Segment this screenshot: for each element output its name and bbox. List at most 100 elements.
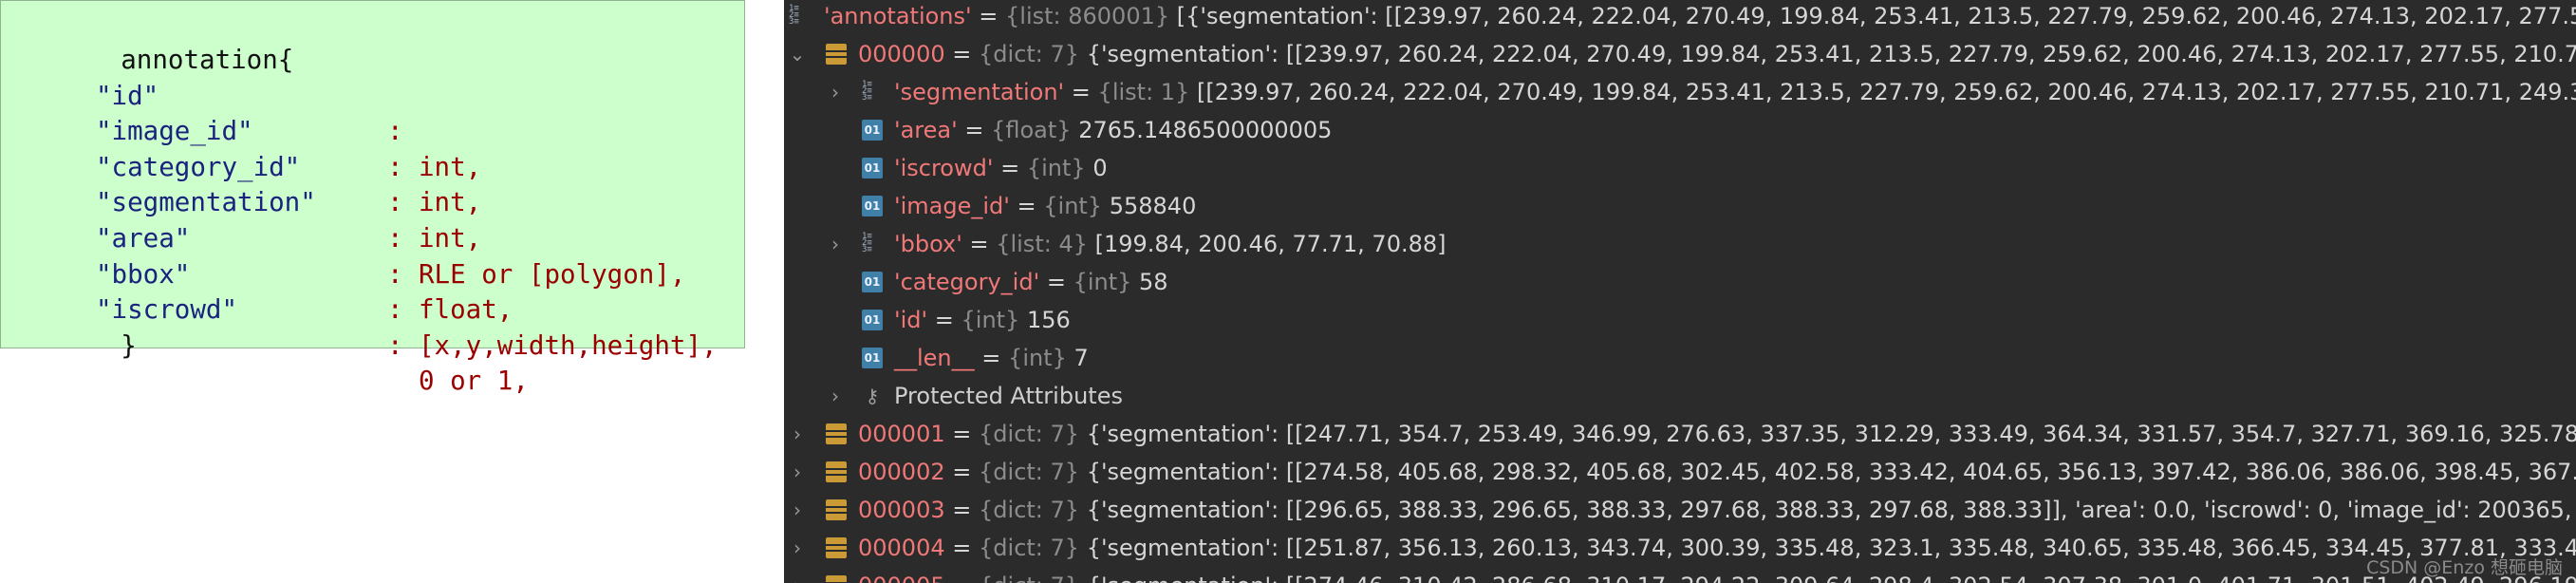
chevron-right-icon[interactable]: › [788,529,807,567]
dict-icon [826,537,847,558]
variable-row-len[interactable]: 01 __len__ = {int} 7 [784,339,2576,377]
variable-name: 000005 [858,573,945,583]
list-icon: 1≡ 2≡ 3≡ [789,4,799,27]
code-closing: } [121,329,137,361]
variable-value: 156 [1026,307,1071,333]
variable-row-item[interactable]: › 000003 = {dict: 7} {'segmentation': [[… [784,491,2576,529]
variable-value: {'segmentation': [[247.71, 354.7, 253.49… [1086,421,2576,447]
code-field-type: float, [419,294,513,326]
variable-row-id[interactable]: 01 'id' = {int} 156 [784,301,2576,339]
variable-name: 000003 [858,497,945,523]
variable-row-segmentation[interactable]: › 1≡ 2≡ 3≡ 'segmentation' = {list: 1} [[23… [784,73,2576,111]
variable-type: {dict: 7} [979,535,1080,561]
code-field-line: "category_id" : int, [1,114,746,254]
dict-icon [826,461,847,482]
code-closing-line: } [58,292,137,361]
chevron-right-icon[interactable]: › [788,567,807,583]
equals-sign: = [981,345,1001,371]
code-opening-line: annotation{ [58,7,293,75]
key-icon: ⚷ [865,385,880,407]
variable-value: 7 [1073,345,1089,371]
code-field-line: "iscrowd" : 0 or 1, [1,257,746,396]
code-field-line: "segmentation" : RLE or [polygon], [1,150,746,289]
variable-row-area[interactable]: 01 'area' = {float} 2765.1486500000005 [784,111,2576,149]
variable-value: {'segmentation': [[274.58, 405.68, 298.3… [1086,459,2576,485]
variable-row-item[interactable]: › 000001 = {dict: 7} {'segmentation': [[… [784,415,2576,453]
variable-type: {list: 1} [1097,79,1190,105]
variable-type: {float} [991,117,1072,143]
equals-sign: = [969,231,989,257]
code-field-colon: : [387,294,403,326]
primitive-icon: 01 [862,120,883,141]
variable-row-image-id[interactable]: 01 'image_id' = {int} 558840 [784,187,2576,225]
variable-row-annotations[interactable]: 1≡ 2≡ 3≡ 'annotations' = {list: 860001} [{… [784,0,2576,35]
variable-type: {dict: 7} [979,459,1080,485]
watermark: CSDN @Enzo 想砸电脑 [2366,557,2563,578]
code-field-line: "area" : float, [1,185,746,325]
code-field-line: "bbox" : [x,y,width,height], [1,221,746,361]
variable-type: {dict: 7} [979,41,1080,67]
debugger-variables-panel[interactable]: 1≡ 2≡ 3≡ 'annotations' = {list: 860001} [{… [784,0,2576,583]
variable-value: {'segmentation': [[296.65, 388.33, 296.6… [1086,497,2576,523]
equals-sign: = [1046,269,1066,295]
equals-sign: = [964,117,984,143]
variable-type: {list: 4} [996,231,1088,257]
dict-icon [826,44,847,65]
chevron-right-icon[interactable]: › [826,73,845,111]
variable-name: 000004 [858,535,945,561]
variable-row-bbox[interactable]: › 1≡ 2≡ 3≡ 'bbox' = {list: 4} [199.84, 200… [784,225,2576,263]
primitive-icon: 01 [862,158,883,179]
equals-sign: = [1000,155,1020,181]
variable-name: __len__ [894,345,975,371]
protected-attributes-row[interactable]: › ⚷ Protected Attributes [784,377,2576,415]
chevron-right-icon[interactable]: › [788,491,807,529]
variable-value: {'segmentation': [[239.97, 260.24, 222.0… [1086,41,2576,67]
variable-name: 'area' [894,117,958,143]
variable-name: 000000 [858,41,945,67]
code-field-line: "image_id" : int, [1,79,746,217]
equals-sign: = [1017,193,1036,219]
chevron-right-icon[interactable]: › [826,225,845,263]
variable-name: 'annotations' [824,3,972,29]
equals-sign: = [952,459,972,485]
variable-name: 'id' [894,307,928,333]
variable-value: {'segmentation': [[274.46, 310.42, 286.6… [1087,573,2576,583]
variable-name: 'bbox' [894,231,962,257]
protected-attributes-label: Protected Attributes [894,383,1123,409]
variable-value: 558840 [1109,193,1197,219]
chevron-right-icon[interactable]: › [788,415,807,453]
dict-icon [826,423,847,444]
variable-type: {int} [1008,345,1067,371]
variable-row-iscrowd[interactable]: 01 'iscrowd' = {int} 0 [784,149,2576,187]
equals-sign: = [952,497,972,523]
chevron-right-icon[interactable]: › [788,453,807,491]
variable-value: [199.84, 200.46, 77.71, 70.88] [1094,231,1447,257]
variable-value: [{'segmentation': [[239.97, 260.24, 222.… [1176,3,2576,29]
variable-row-category-id[interactable]: 01 'category_id' = {int} 58 [784,263,2576,301]
dict-icon [826,499,847,520]
equals-sign: = [952,535,972,561]
variable-type: {int} [1043,193,1103,219]
chevron-down-icon[interactable]: ⌄ [788,35,807,73]
equals-sign: = [979,3,999,29]
variable-name: 000001 [858,421,945,447]
variable-type: {dict: 7} [979,573,1079,583]
chevron-right-icon[interactable]: › [826,377,845,415]
variable-value: [[239.97, 260.24, 222.04, 270.49, 199.84… [1196,79,2576,105]
dict-icon [826,575,847,583]
equals-sign: = [934,307,954,333]
variable-row-item[interactable]: › 000002 = {dict: 7} {'segmentation': [[… [784,453,2576,491]
variable-name: 'category_id' [894,269,1040,295]
variable-type: {int} [961,307,1020,333]
variable-value: 0 [1092,155,1108,181]
variable-type: {dict: 7} [979,421,1080,447]
variable-name: 'image_id' [894,193,1010,219]
variable-row-item-0[interactable]: ⌄ 000000 = {dict: 7} {'segmentation': [[… [784,35,2576,73]
variable-row-item[interactable]: › 000005 = {dict: 7} {'segmentation': [[… [784,567,2576,583]
variable-value: 2765.1486500000005 [1078,117,1333,143]
equals-sign: = [1071,79,1091,105]
primitive-icon: 01 [862,310,883,330]
equals-sign: = [952,573,971,583]
code-field-type: 0 or 1, [419,366,529,397]
variable-row-item[interactable]: › 000004 = {dict: 7} {'segmentation': [[… [784,529,2576,567]
